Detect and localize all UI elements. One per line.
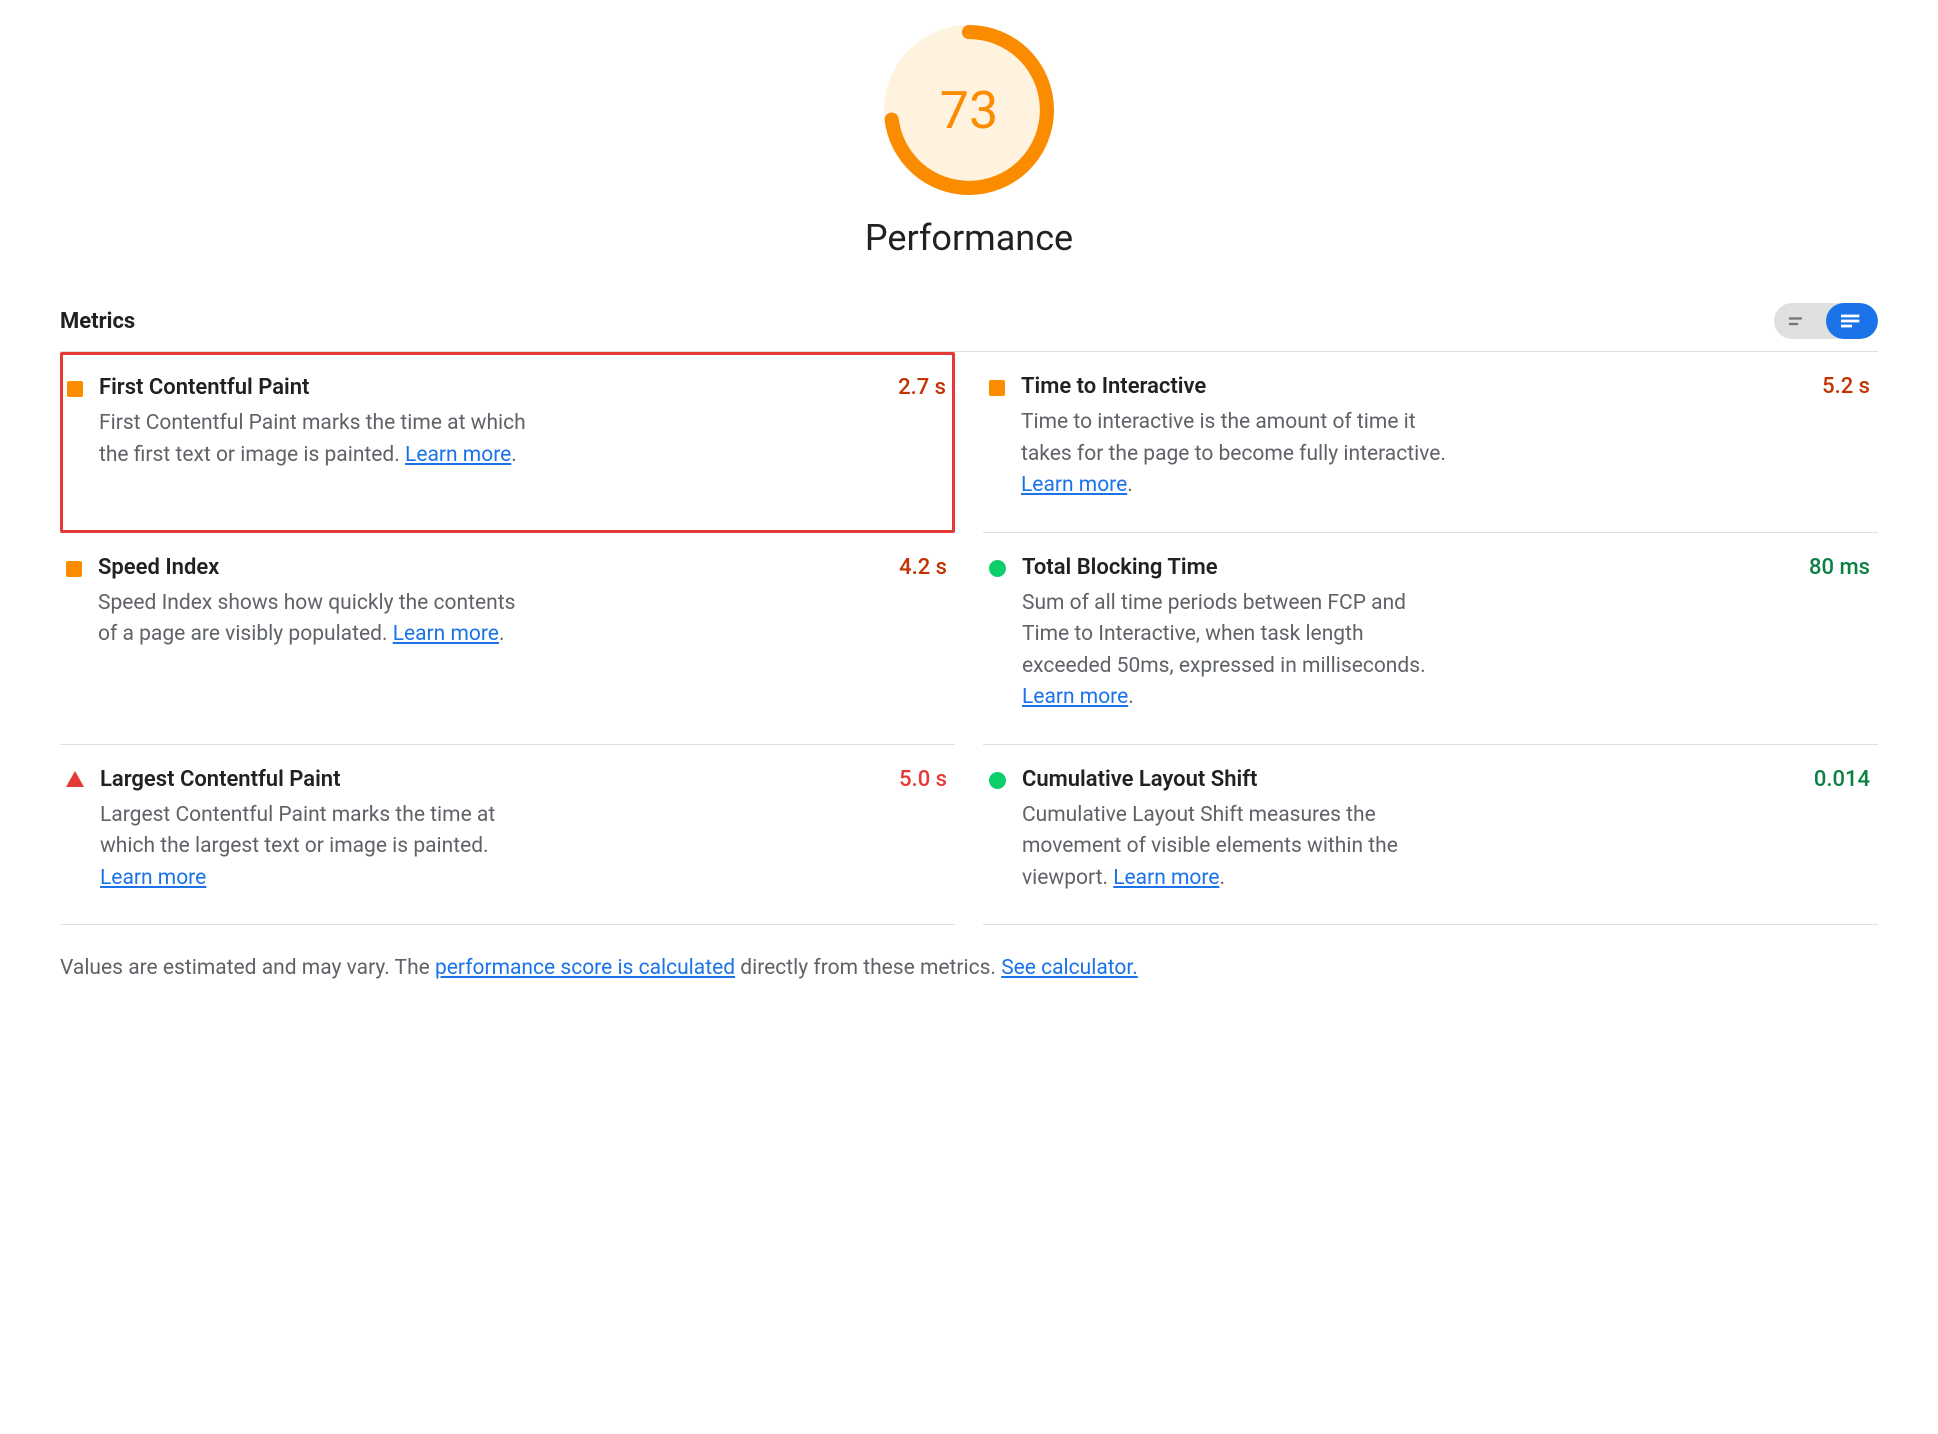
expanded-view-icon [1841,314,1863,328]
learn-more-link[interactable]: Learn more [393,622,499,646]
metric-tbt: Total Blocking Time 80 ms Sum of all time … [983,533,1878,745]
footnote-link-calculation[interactable]: performance score is calculated [435,956,735,980]
metric-description: Sum of all time periods between FCP and … [1022,588,1452,714]
metric-description: Largest Contentful Paint marks the time … [100,800,530,895]
learn-more-link[interactable]: Learn more [405,443,511,467]
learn-more-link[interactable]: Learn more [100,866,206,890]
learn-more-link[interactable]: Learn more [1021,473,1127,497]
metric-tti: Time to Interactive 5.2 s Time to interact… [983,352,1878,533]
status-square-icon [67,381,83,397]
metric-value: 80 ms [1809,555,1870,580]
status-circle-icon [989,560,1006,577]
metric-name: First Contentful Paint [99,375,309,400]
learn-more-link[interactable]: Learn more [1113,866,1219,890]
metric-name: Time to Interactive [1021,374,1206,399]
metric-value: 5.2 s [1822,374,1870,399]
metric-name: Cumulative Layout Shift [1022,767,1257,792]
learn-more-link[interactable]: Learn more [1022,685,1128,709]
footnote-pre: Values are estimated and may vary. The [60,956,435,980]
view-toggle [1774,303,1878,339]
compact-view-icon [1789,314,1811,328]
status-square-icon [989,380,1005,396]
metrics-heading: Metrics [60,309,135,334]
metric-description: First Contentful Paint marks the time at… [99,408,529,471]
metric-lcp: Largest Contentful Paint 5.0 s Largest Con… [60,745,955,926]
metric-value: 0.014 [1814,767,1870,792]
status-square-icon [66,561,82,577]
metric-name: Total Blocking Time [1022,555,1218,580]
view-toggle-compact[interactable] [1774,303,1826,339]
metric-name: Speed Index [98,555,219,580]
metric-fcp: First Contentful Paint 2.7 s First Content… [60,352,955,533]
metric-description: Speed Index shows how quickly the conten… [98,588,528,651]
metric-cls: Cumulative Layout Shift 0.014 Cumulative L… [983,745,1878,926]
footnote: Values are estimated and may vary. The p… [60,953,1878,985]
metric-description: Cumulative Layout Shift measures the mov… [1022,800,1452,895]
view-toggle-expanded[interactable] [1826,303,1878,339]
metric-description: Time to interactive is the amount of tim… [1021,407,1451,502]
metrics-grid: First Contentful Paint 2.7 s First Content… [60,351,1878,925]
metric-value: 5.0 s [899,767,947,792]
score-gauge-section: 73 Performance [60,25,1878,259]
score-value: 73 [884,25,1054,195]
metric-value: 2.7 s [898,375,946,400]
metric-name: Largest Contentful Paint [100,767,340,792]
status-circle-icon [989,772,1006,789]
footnote-link-calculator[interactable]: See calculator. [1001,956,1138,980]
score-gauge: 73 [884,25,1054,195]
status-triangle-icon [66,771,84,787]
footnote-mid: directly from these metrics. [735,956,1001,980]
metric-si: Speed Index 4.2 s Speed Index shows how qu… [60,533,955,745]
section-title: Performance [865,217,1073,259]
metric-value: 4.2 s [899,555,947,580]
